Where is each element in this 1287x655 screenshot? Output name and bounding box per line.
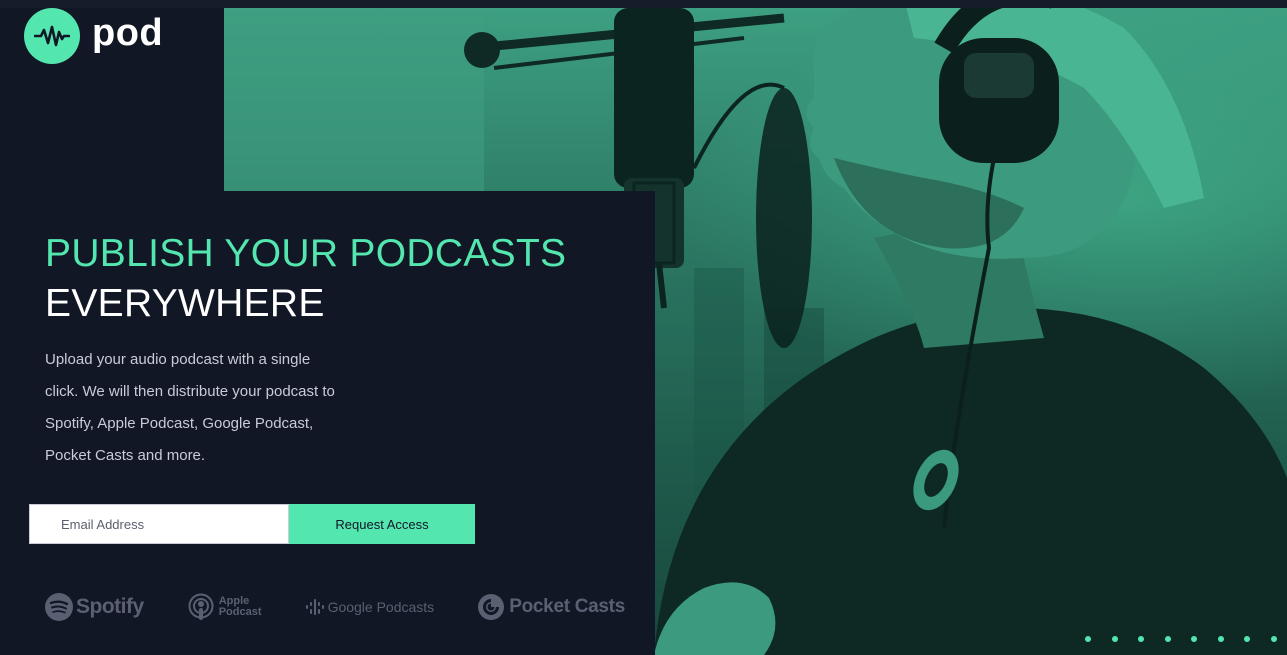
pocket-casts-icon	[478, 594, 505, 620]
partner-pocket-casts: Pocket Casts	[478, 594, 625, 620]
hero-description: Upload your audio podcast with a single …	[45, 351, 335, 464]
spotify-label: Spotify	[76, 595, 144, 618]
partner-logos: Spotify Apple Podcast Google Podcasts Po…	[45, 590, 625, 624]
dot	[1270, 636, 1277, 642]
apple-label-line-2: Podcast	[218, 606, 262, 618]
email-input[interactable]	[29, 504, 289, 544]
logo[interactable]: pod	[24, 8, 163, 64]
dot	[1111, 636, 1118, 642]
partner-google-podcasts: Google Podcasts	[305, 599, 435, 615]
headline-line-1: PUBLISH YOUR PODCASTS	[45, 232, 567, 275]
apple-podcast-label: Apple Podcast	[219, 596, 262, 618]
dot	[1191, 636, 1197, 642]
spotify-icon	[45, 593, 73, 621]
signup-form: Request Access	[29, 504, 475, 544]
partner-spotify: Spotify	[45, 593, 144, 621]
dot	[1138, 636, 1144, 642]
pocket-casts-label: Pocket Casts	[509, 596, 625, 617]
apple-podcast-icon	[188, 593, 214, 621]
headline: PUBLISH YOUR PODCASTS EVERYWHERE	[45, 230, 566, 330]
partner-apple-podcast: Apple Podcast	[188, 593, 262, 621]
google-podcasts-label: Google Podcasts	[327, 599, 435, 615]
request-access-button[interactable]: Request Access	[289, 504, 475, 544]
dot	[1085, 636, 1091, 642]
waveform-icon	[24, 8, 80, 64]
google-podcasts-icon	[305, 599, 324, 615]
dot	[1217, 636, 1224, 642]
decorative-dots	[1085, 636, 1277, 642]
top-strip	[0, 0, 1287, 8]
brand-name: pod	[92, 12, 164, 54]
dot	[1164, 636, 1171, 642]
headline-line-2: EVERYWHERE	[45, 282, 325, 325]
dot	[1244, 636, 1250, 642]
